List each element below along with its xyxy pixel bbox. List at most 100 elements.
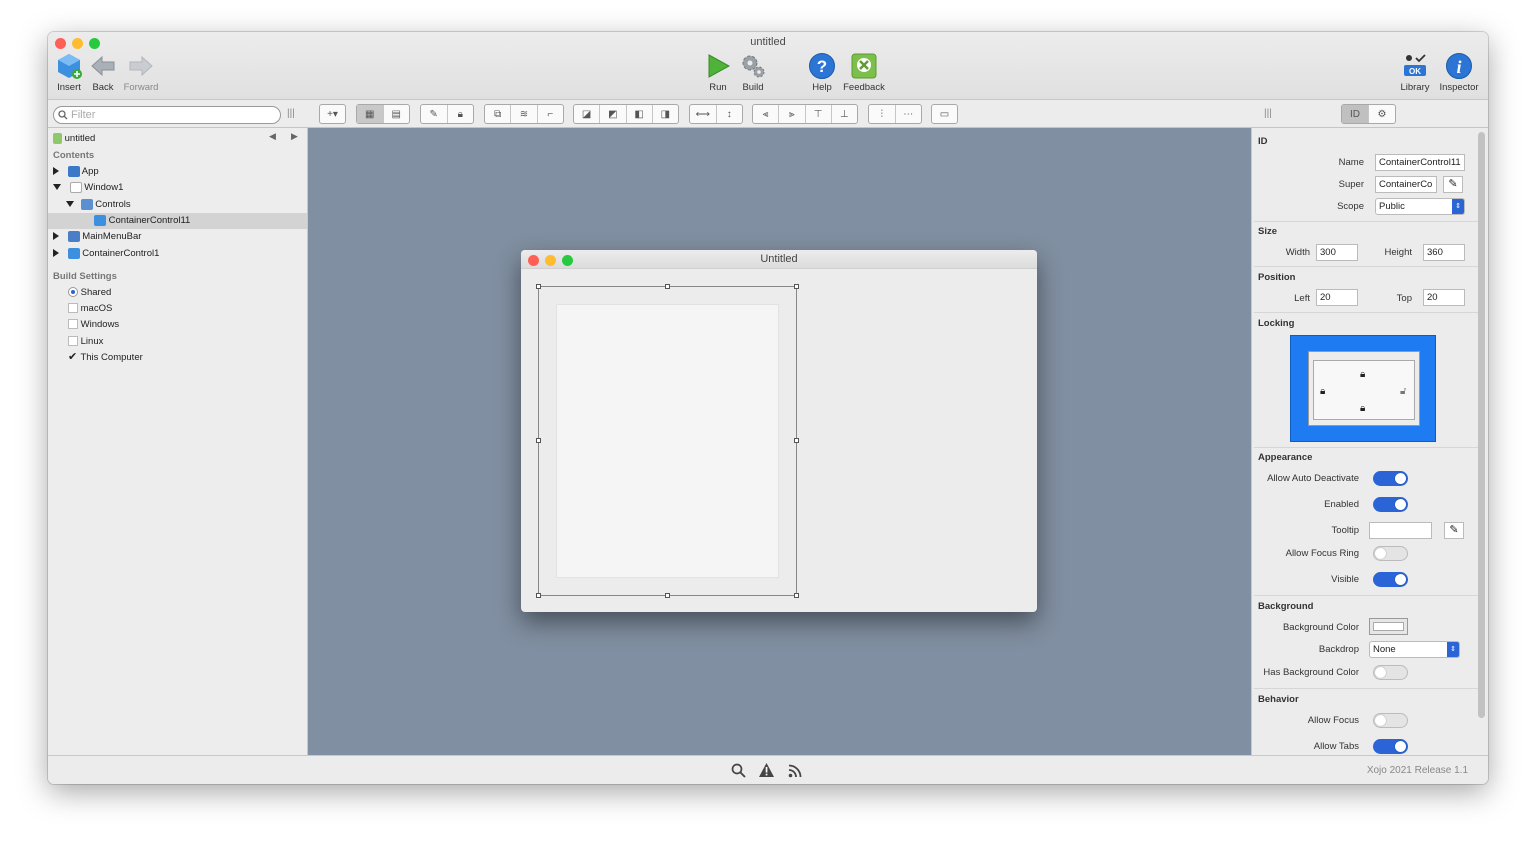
lock-top-icon[interactable]: 🔒︎ <box>1360 369 1365 380</box>
resize-handle[interactable] <box>536 593 541 598</box>
edit-lock-segment[interactable]: ✎ 🔒︎ <box>420 104 474 124</box>
code-view-icon[interactable]: ▤ <box>384 105 410 123</box>
allow-focus-ring-toggle[interactable] <box>1373 546 1408 561</box>
disclosure-triangle-icon[interactable] <box>53 232 59 241</box>
lock-left-icon[interactable]: 🔒︎ <box>1320 386 1325 397</box>
resize-handle[interactable] <box>665 284 670 289</box>
send-backward-icon[interactable]: ◨ <box>653 105 678 123</box>
disclosure-triangle-icon[interactable] <box>66 201 74 208</box>
left-field[interactable]: 20 <box>1316 289 1358 306</box>
inspector-mode-segment[interactable]: ID ⚙ <box>1341 104 1396 124</box>
visible-toggle[interactable] <box>1373 572 1408 587</box>
align-left-icon[interactable]: ⫷ <box>753 105 780 123</box>
group-icon[interactable]: ⧉ <box>485 105 512 123</box>
align-bottom-icon[interactable]: ⊥ <box>832 105 857 123</box>
build-item-linux[interactable]: Linux <box>68 334 103 350</box>
resize-handle[interactable] <box>536 284 541 289</box>
resize-handle[interactable] <box>794 284 799 289</box>
size-segment[interactable]: ⟷ ↕ <box>689 104 743 124</box>
height-field[interactable]: 360 <box>1423 244 1465 261</box>
ruler-icon[interactable]: ⌐ <box>538 105 563 123</box>
super-field[interactable]: ContainerCo <box>1375 176 1437 193</box>
tree-item-containercontrol1[interactable]: ContainerControl1 <box>53 246 159 262</box>
build-button[interactable]: Build <box>738 52 768 93</box>
allow-focus-toggle[interactable] <box>1373 713 1408 728</box>
background-color-swatch[interactable] <box>1369 618 1408 635</box>
insert-button[interactable]: Insert <box>53 52 85 93</box>
search-icon[interactable] <box>731 763 746 778</box>
back-button[interactable]: Back <box>89 52 117 93</box>
filter-input[interactable]: Filter <box>53 106 281 124</box>
bring-forward-icon[interactable]: ◧ <box>627 105 653 123</box>
send-back-icon[interactable]: ◩ <box>600 105 627 123</box>
tree-item-mainmenubar[interactable]: MainMenuBar <box>53 229 141 245</box>
build-item-this-computer[interactable]: ✔ This Computer <box>68 350 143 366</box>
same-height-icon[interactable]: ↕ <box>717 105 743 123</box>
run-button[interactable]: Run <box>704 52 732 93</box>
help-button[interactable]: ? Help <box>807 52 837 93</box>
resize-handle[interactable] <box>536 438 541 443</box>
layout-editor-canvas[interactable]: Untitled <box>308 128 1251 755</box>
project-item[interactable]: untitled <box>53 131 95 147</box>
arrange-segment[interactable]: ⧉ ≋ ⌐ <box>484 104 564 124</box>
width-field[interactable]: 300 <box>1316 244 1358 261</box>
distribute-segment[interactable]: ⫶ ⋯ <box>868 104 922 124</box>
disclosure-triangle-icon[interactable] <box>53 167 59 176</box>
container-control-selection[interactable] <box>536 284 799 598</box>
inspector-button[interactable]: i Inspector <box>1436 52 1482 93</box>
checkmark-icon[interactable]: ✔ <box>68 352 78 363</box>
nav-back-arrow-icon[interactable]: ◀ <box>269 131 276 142</box>
same-width-icon[interactable]: ⟷ <box>690 105 717 123</box>
rss-feed-icon[interactable] <box>788 763 803 778</box>
resize-handle[interactable] <box>665 593 670 598</box>
scope-select[interactable]: Public ⇕ <box>1375 198 1465 215</box>
build-item-shared[interactable]: Shared <box>68 285 111 301</box>
layer-segment[interactable]: ◪ ◩ ◧ ◨ <box>573 104 679 124</box>
order-icon[interactable]: ≋ <box>511 105 538 123</box>
allow-auto-deactivate-toggle[interactable] <box>1373 471 1408 486</box>
tooltip-field[interactable] <box>1369 522 1432 539</box>
checkbox[interactable] <box>68 319 78 330</box>
tree-item-containercontrol11[interactable]: ContainerControl11 <box>48 213 307 229</box>
enabled-toggle[interactable] <box>1373 497 1408 512</box>
lock-icon[interactable]: 🔒︎ <box>448 105 474 123</box>
distribute-h-icon[interactable]: ⫶ <box>869 105 896 123</box>
preview-button[interactable]: ▭ <box>931 104 958 124</box>
gear-icon[interactable]: ⚙ <box>1369 105 1395 123</box>
id-card-icon[interactable]: ID <box>1342 105 1369 123</box>
top-field[interactable]: 20 <box>1423 289 1465 306</box>
locking-widget[interactable]: 🔒︎ 🔒︎ 🔓︎ 🔒︎ <box>1290 335 1436 442</box>
unlock-right-icon[interactable]: 🔓︎ <box>1400 386 1406 397</box>
bring-front-icon[interactable]: ◪ <box>574 105 601 123</box>
align-top-icon[interactable]: ⊤ <box>806 105 832 123</box>
backdrop-select[interactable]: None ⇕ <box>1369 641 1460 658</box>
align-segment[interactable]: ⫷ ⫸ ⊤ ⊥ <box>752 104 858 124</box>
library-button[interactable]: OK Library <box>1399 52 1431 93</box>
disclosure-triangle-icon[interactable] <box>53 249 59 258</box>
super-edit-pencil-icon[interactable]: ✎ <box>1443 176 1463 193</box>
align-right-icon[interactable]: ⫸ <box>779 105 806 123</box>
layout-view-icon[interactable]: ▦ <box>357 105 384 123</box>
build-item-macos[interactable]: macOS <box>68 301 112 317</box>
distribute-v-icon[interactable]: ⋯ <box>896 105 922 123</box>
resize-handle[interactable] <box>794 593 799 598</box>
tree-item-controls[interactable]: Controls <box>66 197 131 213</box>
lock-bottom-icon[interactable]: 🔒︎ <box>1360 403 1365 414</box>
view-mode-segment[interactable]: ▦ ▤ <box>356 104 410 124</box>
allow-tabs-toggle[interactable] <box>1373 739 1408 754</box>
inspector-scrollbar[interactable] <box>1478 132 1485 718</box>
build-item-windows[interactable]: Windows <box>68 317 119 333</box>
tooltip-edit-pencil-icon[interactable]: ✎ <box>1444 522 1464 539</box>
nav-forward-arrow-icon[interactable]: ▶ <box>291 131 298 142</box>
checkbox[interactable] <box>68 303 78 314</box>
inspector-resize-handle[interactable]: ||| <box>1264 108 1272 119</box>
disclosure-triangle-icon[interactable] <box>53 184 61 191</box>
container-control-body[interactable] <box>556 304 779 578</box>
has-background-color-toggle[interactable] <box>1373 665 1408 680</box>
checkbox[interactable] <box>68 336 78 347</box>
pencil-icon[interactable]: ✎ <box>421 105 448 123</box>
add-button[interactable]: +▾ <box>319 104 346 124</box>
resize-handle[interactable] <box>794 438 799 443</box>
tree-item-window1[interactable]: Window1 <box>53 180 123 196</box>
tree-item-app[interactable]: App <box>53 164 99 180</box>
